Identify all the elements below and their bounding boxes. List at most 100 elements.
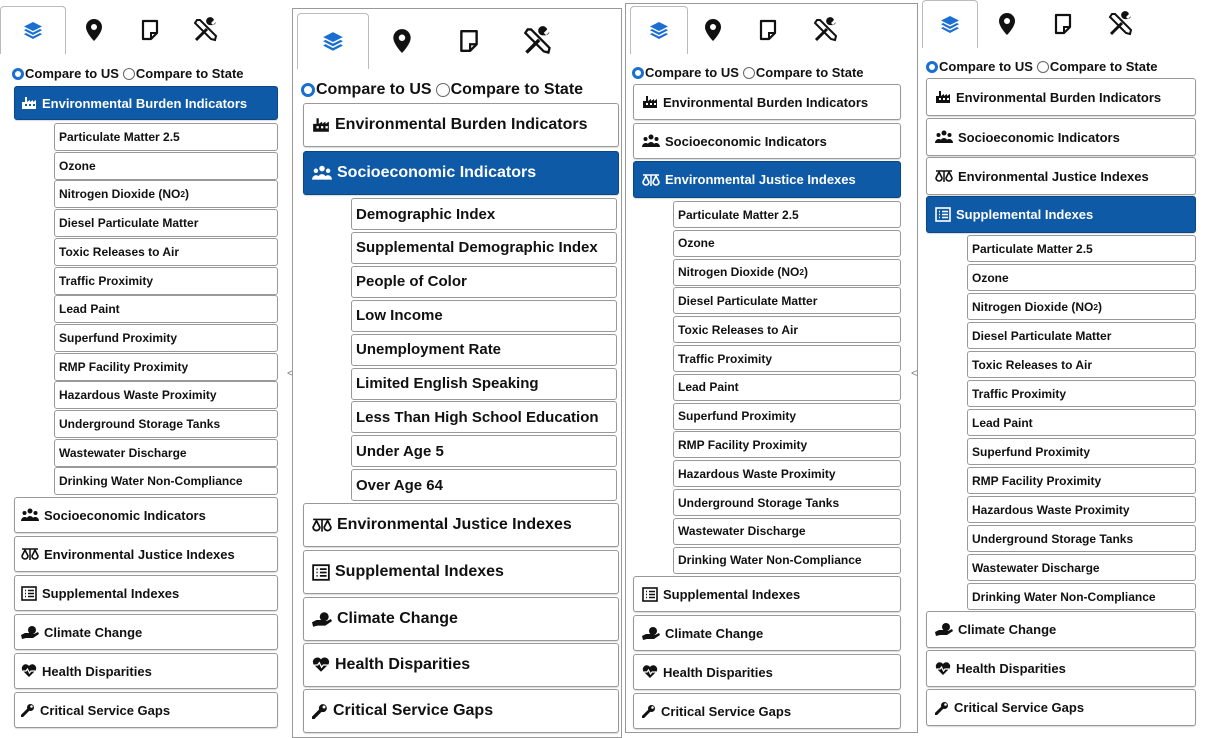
sub-item[interactable]: Lead Paint xyxy=(967,409,1196,436)
sub-item[interactable]: Traffic Proximity xyxy=(673,345,901,372)
category-climate[interactable]: Climate Change xyxy=(303,597,619,641)
sub-item[interactable]: Wastewater Discharge xyxy=(673,517,901,545)
tab-location[interactable] xyxy=(66,6,122,54)
sub-item[interactable]: Hazardous Waste Proximity xyxy=(673,460,901,488)
category-climate[interactable]: Climate Change xyxy=(633,615,901,651)
compare-us-radio[interactable] xyxy=(12,67,24,80)
compare-state-label[interactable]: Compare to State xyxy=(1050,59,1158,74)
tab-notes[interactable] xyxy=(1036,0,1090,48)
sub-item[interactable]: Underground Storage Tanks xyxy=(54,410,278,438)
sub-item[interactable]: Diesel Particulate Matter xyxy=(54,209,278,238)
compare-state-label[interactable]: Compare to State xyxy=(756,65,864,80)
compare-us-label[interactable]: Compare to US xyxy=(939,59,1033,74)
sub-item[interactable]: RMP Facility Proximity xyxy=(54,352,278,381)
tab-layers[interactable] xyxy=(297,13,369,69)
sub-item[interactable]: Superfund Proximity xyxy=(673,402,901,430)
sub-item[interactable]: RMP Facility Proximity xyxy=(673,431,901,459)
tab-location[interactable] xyxy=(688,6,738,54)
compare-us-radio[interactable] xyxy=(926,60,938,73)
sub-item[interactable]: Ozone xyxy=(54,151,278,180)
tab-notes[interactable] xyxy=(738,6,798,54)
sub-item[interactable]: Toxic Releases to Air xyxy=(967,351,1196,378)
sub-item[interactable]: Superfund Proximity xyxy=(967,438,1196,465)
compare-state-label[interactable]: Compare to State xyxy=(136,66,244,81)
compare-state-radio[interactable] xyxy=(1036,60,1049,73)
category-supplemental[interactable]: Supplemental Indexes xyxy=(633,576,901,612)
compare-us-label[interactable]: Compare to US xyxy=(316,81,432,99)
tab-tools[interactable] xyxy=(178,6,234,54)
sub-item[interactable]: People of Color xyxy=(351,265,617,298)
category-ej-indexes[interactable]: Environmental Justice Indexes xyxy=(633,161,901,198)
tab-notes[interactable] xyxy=(122,6,178,54)
category-socioeconomic[interactable]: Socioeconomic Indicators xyxy=(303,151,619,195)
sub-item[interactable]: Traffic Proximity xyxy=(967,380,1196,407)
sub-item[interactable]: Limited English Speaking xyxy=(351,367,617,400)
tab-layers[interactable] xyxy=(630,6,688,54)
sub-item[interactable]: Lead Paint xyxy=(54,295,278,324)
category-env-burden[interactable]: Environmental Burden Indicators xyxy=(633,84,901,120)
sub-item[interactable]: Nitrogen Dioxide (NO 2) xyxy=(673,258,901,286)
sub-item[interactable]: Low Income xyxy=(351,299,617,332)
sub-item[interactable]: Hazardous Waste Proximity xyxy=(54,381,278,410)
sub-item[interactable]: Particulate Matter 2.5 xyxy=(54,123,278,151)
sub-item[interactable]: Unemployment Rate xyxy=(351,333,617,366)
sub-item[interactable]: Nitrogen Dioxide (NO 2) xyxy=(54,180,278,209)
sub-item[interactable]: Diesel Particulate Matter xyxy=(673,287,901,315)
category-health[interactable]: Health Disparities xyxy=(303,643,619,687)
compare-us-radio[interactable] xyxy=(301,83,315,97)
sub-item[interactable]: Over Age 64 xyxy=(351,469,617,502)
tab-tools[interactable] xyxy=(1090,0,1152,48)
tab-location[interactable] xyxy=(369,13,435,69)
sub-item[interactable]: Ozone xyxy=(967,264,1196,291)
compare-us-radio[interactable] xyxy=(632,66,644,79)
sub-item[interactable]: Demographic Index xyxy=(351,198,617,230)
sub-item[interactable]: RMP Facility Proximity xyxy=(967,467,1196,494)
sub-item[interactable]: Toxic Releases to Air xyxy=(54,237,278,266)
sub-item[interactable]: Hazardous Waste Proximity xyxy=(967,496,1196,523)
tab-notes[interactable] xyxy=(435,13,503,69)
sub-item[interactable]: Less Than High School Education xyxy=(351,401,617,434)
category-env-burden[interactable]: Environmental Burden Indicators xyxy=(926,78,1196,116)
compare-state-label[interactable]: Compare to State xyxy=(451,81,583,99)
category-env-burden[interactable]: Environmental Burden Indicators xyxy=(14,86,278,120)
category-socioeconomic[interactable]: Socioeconomic Indicators xyxy=(633,123,901,159)
compare-us-label[interactable]: Compare to US xyxy=(25,66,119,81)
category-critical[interactable]: Critical Service Gaps xyxy=(303,689,619,733)
sub-item[interactable]: Underground Storage Tanks xyxy=(673,489,901,516)
category-supplemental[interactable]: Supplemental Indexes xyxy=(926,196,1196,233)
category-health[interactable]: Health Disparities xyxy=(926,650,1196,687)
sub-item[interactable]: Drinking Water Non-Compliance xyxy=(673,546,901,574)
sub-item[interactable]: Toxic Releases to Air xyxy=(673,316,901,344)
compare-state-radio[interactable] xyxy=(122,67,135,80)
category-supplemental[interactable]: Supplemental Indexes xyxy=(303,550,619,594)
sub-item[interactable]: Supplemental Demographic Index xyxy=(351,231,617,264)
sub-item[interactable]: Wastewater Discharge xyxy=(967,554,1196,581)
sub-item[interactable]: Particulate Matter 2.5 xyxy=(673,201,901,228)
sub-item[interactable]: Diesel Particulate Matter xyxy=(967,322,1196,349)
compare-state-radio[interactable] xyxy=(435,83,450,97)
category-critical[interactable]: Critical Service Gaps xyxy=(633,693,901,729)
sub-item[interactable]: Traffic Proximity xyxy=(54,266,278,295)
tab-location[interactable] xyxy=(978,0,1036,48)
sub-item[interactable]: Lead Paint xyxy=(673,373,901,401)
category-critical[interactable]: Critical Service Gaps xyxy=(926,689,1196,726)
sub-item[interactable]: Superfund Proximity xyxy=(54,323,278,352)
category-ej-indexes[interactable]: Environmental Justice Indexes xyxy=(926,157,1196,195)
sub-item[interactable]: Under Age 5 xyxy=(351,435,617,468)
sub-item[interactable]: Wastewater Discharge xyxy=(54,438,278,467)
sub-item[interactable]: Nitrogen Dioxide (NO 2) xyxy=(967,293,1196,320)
compare-us-label[interactable]: Compare to US xyxy=(645,65,739,80)
category-env-burden[interactable]: Environmental Burden Indicators xyxy=(303,103,619,147)
compare-state-radio[interactable] xyxy=(742,66,755,79)
sub-item[interactable]: Drinking Water Non-Compliance xyxy=(54,467,278,496)
tab-tools[interactable] xyxy=(503,13,573,69)
sub-item[interactable]: Ozone xyxy=(673,229,901,257)
category-socioeconomic[interactable]: Socioeconomic Indicators xyxy=(14,497,278,533)
sub-item[interactable]: Underground Storage Tanks xyxy=(967,525,1196,552)
tab-tools[interactable] xyxy=(798,6,854,54)
category-ej-indexes[interactable]: Environmental Justice Indexes xyxy=(14,536,278,572)
category-critical[interactable]: Critical Service Gaps xyxy=(14,692,278,728)
category-supplemental[interactable]: Supplemental Indexes xyxy=(14,575,278,611)
category-health[interactable]: Health Disparities xyxy=(14,653,278,689)
sub-item[interactable]: Drinking Water Non-Compliance xyxy=(967,583,1196,610)
